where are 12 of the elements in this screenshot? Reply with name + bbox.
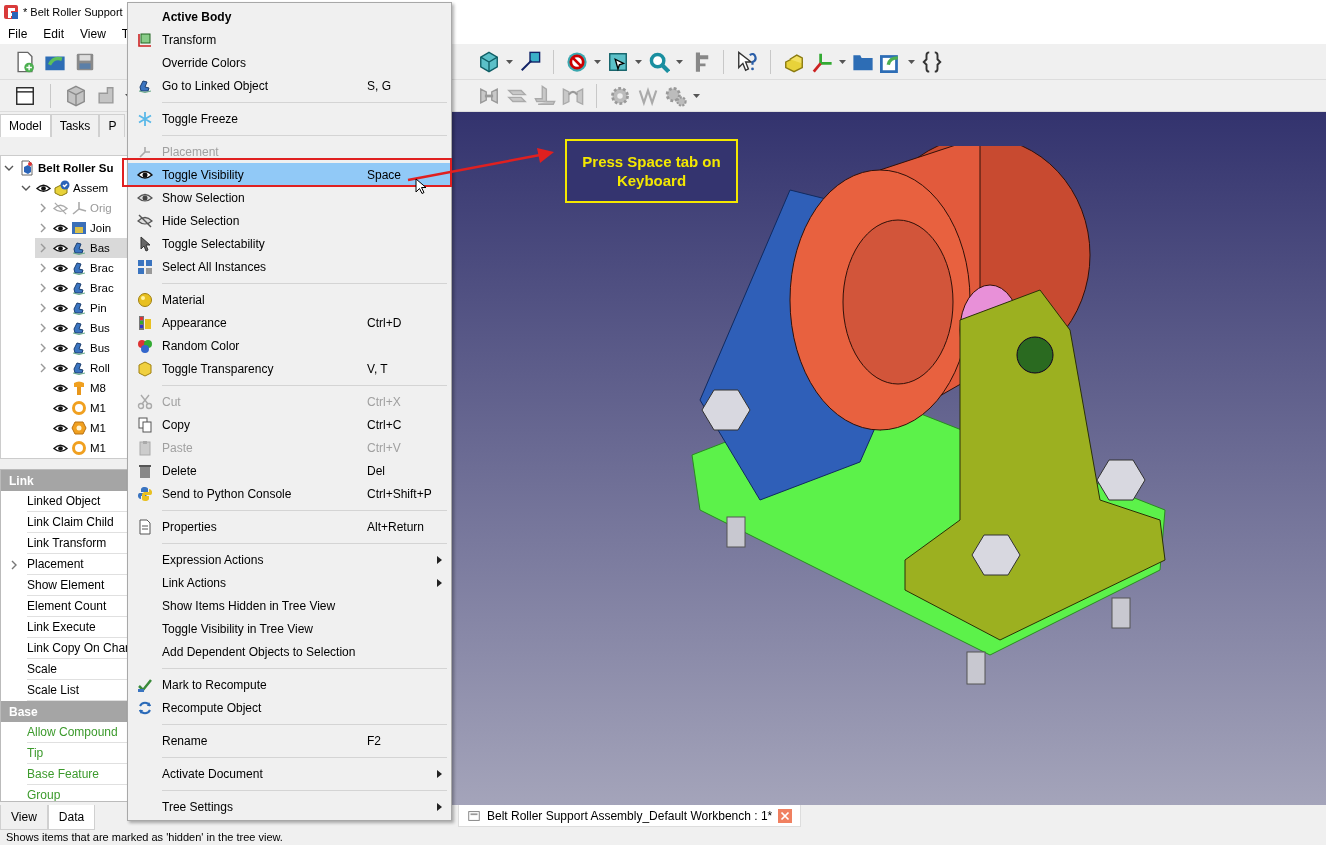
shortcut-text: Space (367, 167, 403, 182)
shortcut-text: Ctrl+C (367, 417, 403, 432)
shortcut-text: Del (367, 463, 386, 478)
shortcut-text: S, G (367, 78, 392, 93)
shortcut-text: Alt+Return (367, 519, 426, 534)
window-title: * Belt Roller Support (23, 6, 123, 18)
shortcut-text: V, T (367, 361, 389, 376)
status-message: Shows items that are marked as 'hidden' in the tree view. (5, 830, 284, 845)
callout-note: Press Space tab on Keyboard (565, 139, 738, 203)
shortcut-text: Ctrl+X (367, 394, 402, 409)
shortcut-text: Ctrl+V (367, 440, 402, 455)
shortcut-text: Ctrl+D (367, 315, 403, 330)
